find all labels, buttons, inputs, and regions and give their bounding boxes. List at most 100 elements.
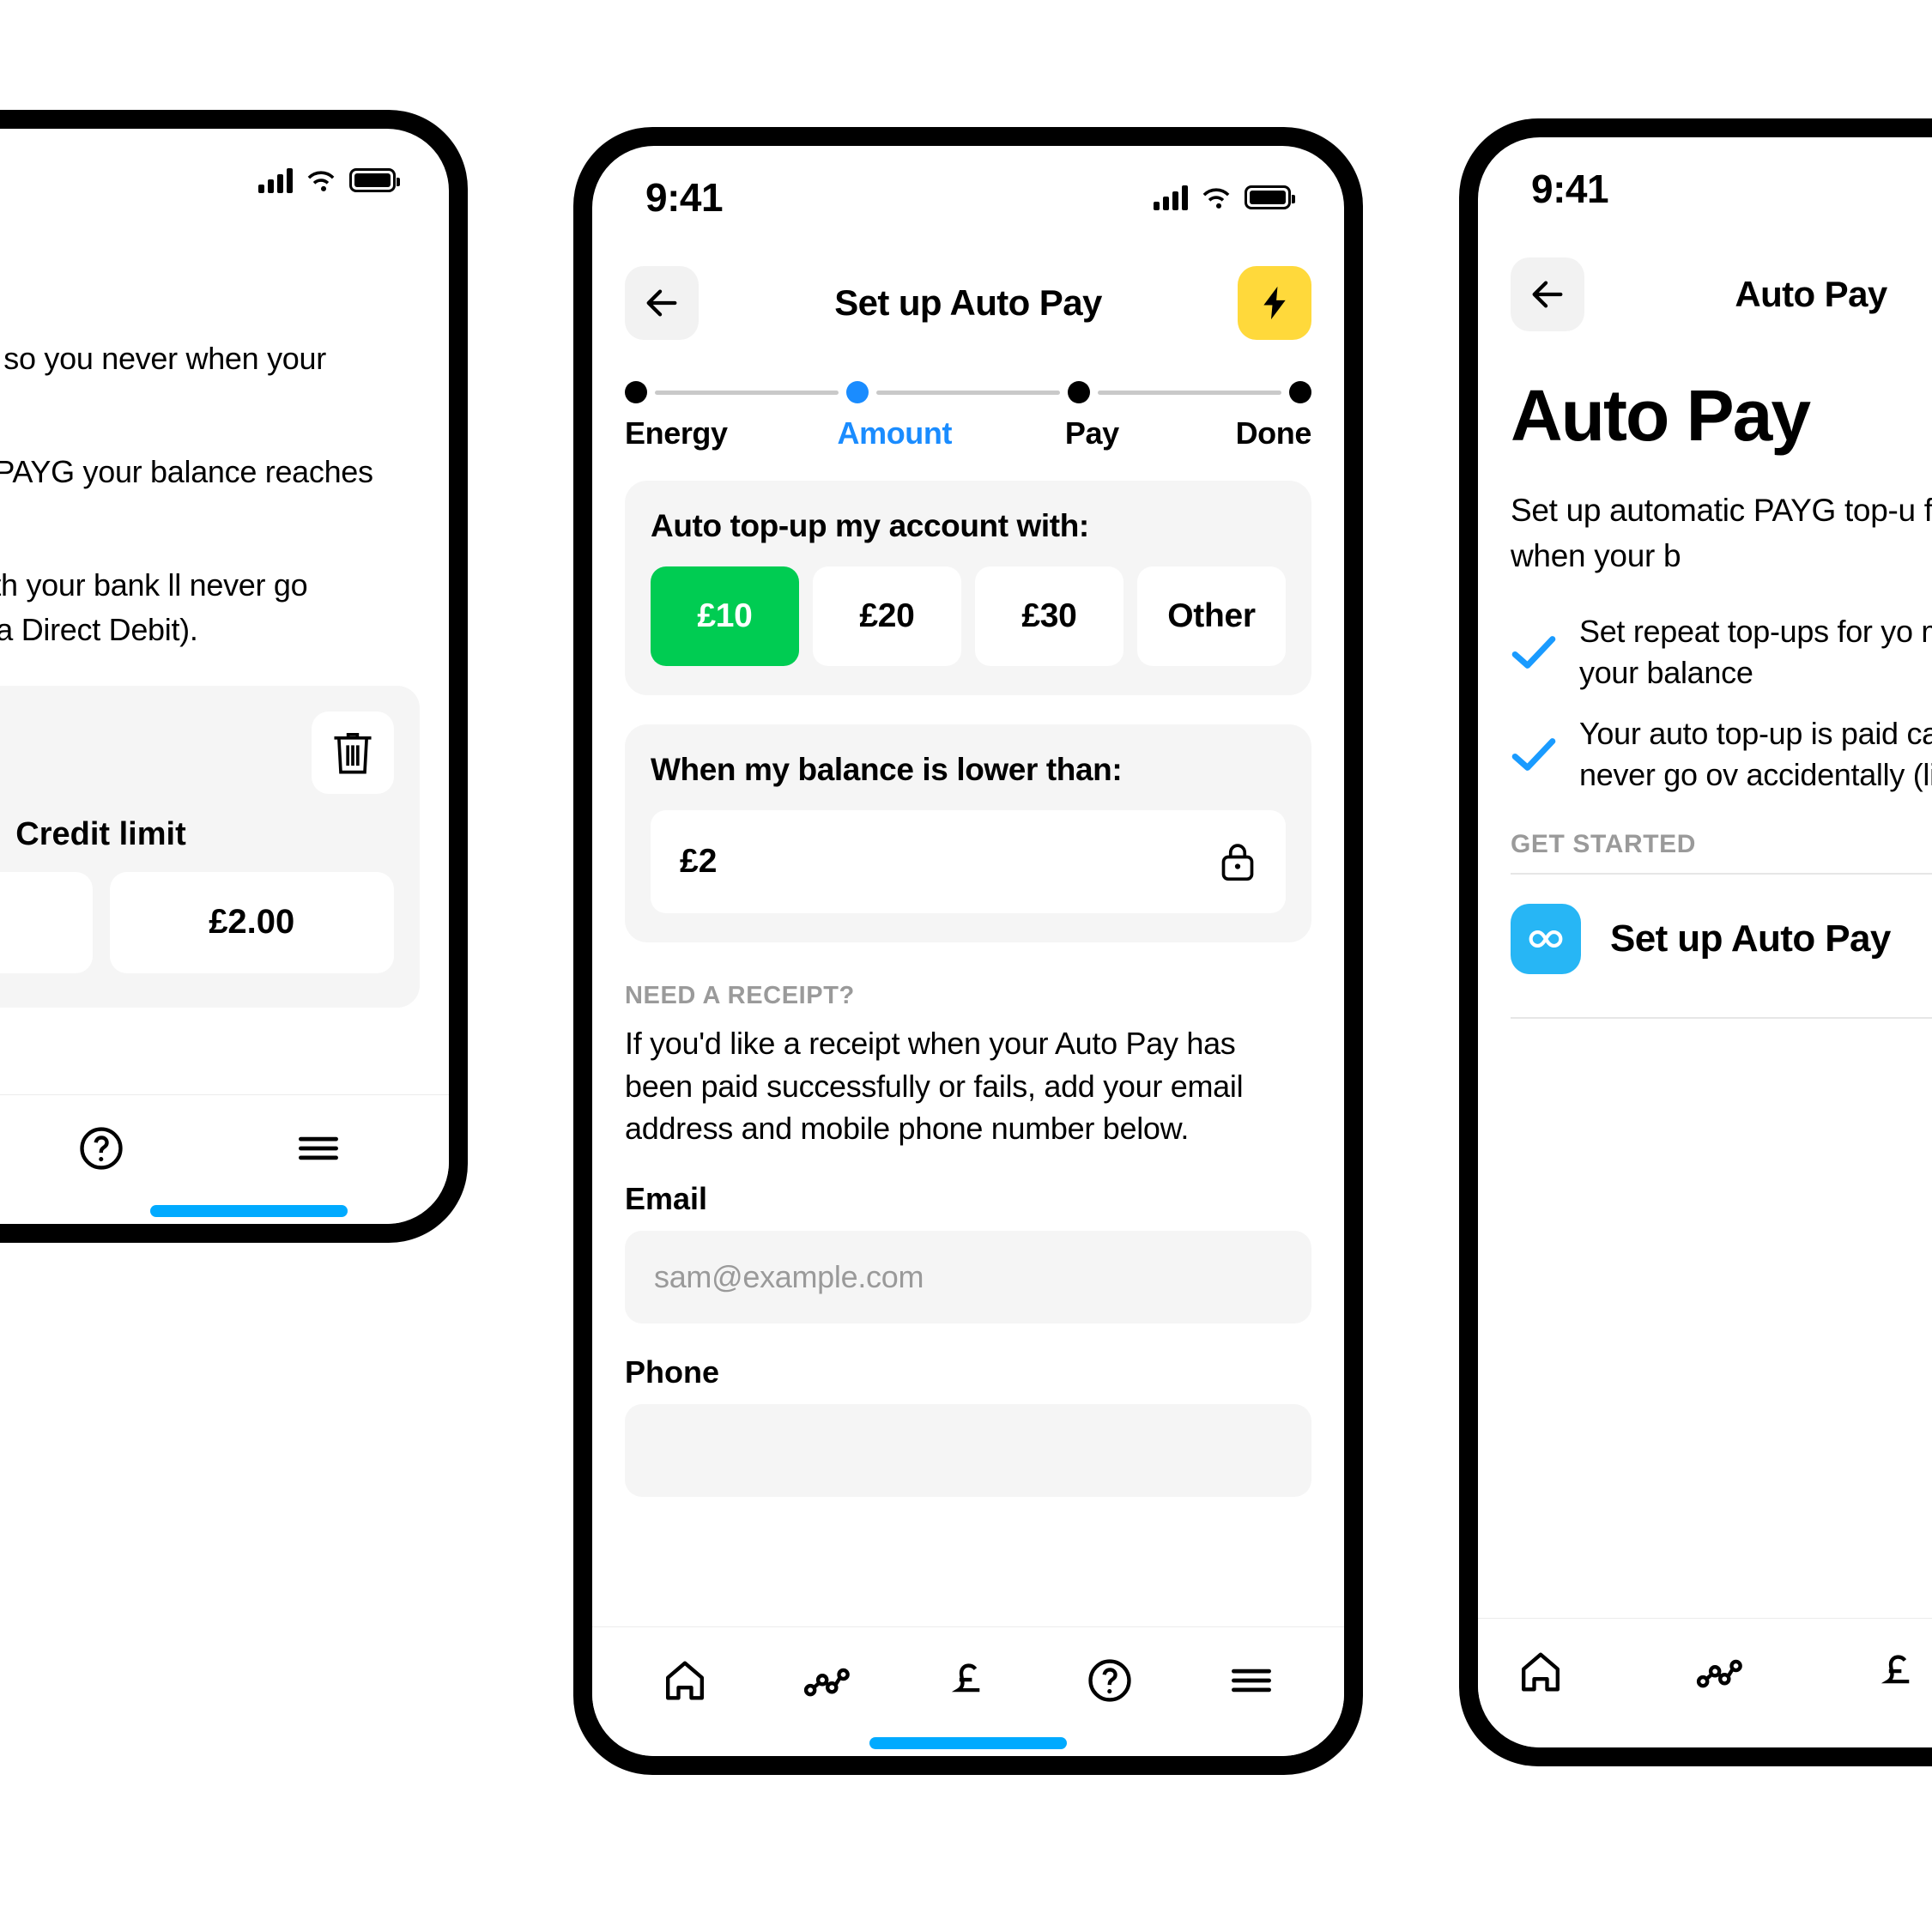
credit-limit-label: Credit limit [15, 815, 186, 852]
stepper-line [876, 390, 1060, 395]
phone-center: 9:41 Set up Auto Pay Energy Amount Pay D… [573, 127, 1363, 1775]
step-label-pay: Pay [1064, 415, 1119, 451]
usage-graph-icon [804, 1668, 851, 1697]
balance-threshold-card: When my balance is lower than: £2 [625, 724, 1311, 942]
amount-option-10[interactable]: £10 [651, 566, 799, 666]
home-icon [1522, 1652, 1560, 1692]
tab-payments[interactable] [1873, 1647, 1923, 1697]
check-icon-wrap [1511, 633, 1557, 671]
setup-auto-pay-row[interactable]: Set up Auto Pay [1511, 875, 1932, 1003]
stepper-line [655, 390, 839, 395]
hero-title: Auto Pay [1511, 375, 1811, 456]
topup-amount-card: Auto top-up my account with: £10 £20 £30… [625, 481, 1311, 695]
status-bar [0, 129, 449, 232]
credit-limit-value[interactable]: £2.00 [109, 871, 394, 973]
credit-limit-field-hidden[interactable] [0, 871, 93, 973]
email-label: Email [625, 1181, 708, 1217]
row-divider [1511, 1017, 1932, 1019]
boost-button[interactable] [1237, 266, 1311, 340]
home-indicator [869, 1737, 1067, 1749]
step-label-done: Done [1235, 415, 1312, 451]
check-icon [1511, 737, 1556, 771]
check-icon [1511, 636, 1556, 669]
status-bar: 9:41 [592, 146, 1344, 249]
balance-threshold-title: When my balance is lower than: [651, 752, 1123, 787]
list-item: Your auto top-up is paid card, so you'll… [1511, 713, 1932, 796]
tab-help[interactable] [76, 1123, 126, 1173]
check-icon-wrap [1511, 736, 1557, 773]
amount-option-30[interactable]: £30 [975, 566, 1123, 666]
auto-pay-tile [1511, 904, 1581, 974]
phone-left: Auto Pay c PAYG top-ups so you never whe… [0, 110, 468, 1243]
phone-right: 9:41 Auto Pay Auto Pay Set up automatic … [1459, 118, 1932, 1766]
phone-center-screen: 9:41 Set up Auto Pay Energy Amount Pay D… [592, 146, 1344, 1756]
status-indicators [258, 167, 400, 193]
trash-icon [334, 732, 372, 774]
status-time: 9:41 [1531, 167, 1609, 211]
status-bar: 9:41 [1478, 137, 1932, 240]
lightning-bolt-icon [1263, 286, 1286, 320]
tab-home[interactable] [660, 1656, 710, 1705]
progress-stepper: Energy Amount Pay Done [592, 352, 1344, 451]
tab-usage[interactable] [1694, 1647, 1744, 1697]
menu-icon [298, 1136, 338, 1160]
arrow-left-icon [1532, 281, 1563, 308]
get-started-label: GET STARTED [1511, 830, 1697, 858]
status-indicators [1154, 185, 1295, 210]
nav-bar: Auto Pay [1478, 240, 1932, 343]
menu-icon [1231, 1669, 1271, 1693]
tab-help[interactable] [1085, 1656, 1135, 1705]
paragraph-2: op-ups for your PAYG your balance reache… [0, 454, 373, 490]
balance-threshold-input[interactable]: £2 [651, 810, 1286, 913]
nav-bar: Set up Auto Pay [592, 249, 1344, 352]
receipt-body-text: If you'd like a receipt when your Auto P… [625, 1026, 1244, 1147]
step-dot-done[interactable] [1289, 381, 1311, 403]
status-time: 9:41 [645, 175, 724, 220]
lock-icon [1221, 844, 1254, 881]
step-dot-energy[interactable] [625, 381, 647, 403]
phone-input[interactable] [625, 1404, 1311, 1498]
tab-payments[interactable] [943, 1656, 993, 1705]
amount-option-other[interactable]: Other [1137, 566, 1286, 666]
help-circle-icon [1088, 1659, 1131, 1702]
step-label-amount: Amount [837, 415, 953, 451]
battery-icon [349, 168, 400, 192]
home-icon [666, 1661, 705, 1700]
home-indicator [150, 1205, 348, 1217]
wifi-icon [305, 167, 337, 193]
balance-threshold-value: £2 [680, 843, 718, 880]
delete-button[interactable] [312, 711, 394, 794]
list-item: Set repeat top-ups for yo meter when you… [1511, 611, 1932, 693]
topup-amount-title: Auto top-up my account with: [651, 508, 1089, 543]
stepper-line [1098, 390, 1281, 395]
setup-auto-pay-label: Set up Auto Pay [1610, 918, 1891, 960]
email-input[interactable]: sam@example.com [625, 1231, 1311, 1324]
receipt-section-label: NEED A RECEIPT? [625, 982, 855, 1009]
tab-menu[interactable] [1226, 1656, 1276, 1705]
battery-icon [1245, 185, 1295, 209]
tab-usage[interactable] [802, 1656, 851, 1705]
paragraph-3: op-up is paid with your bank ll never go… [0, 567, 308, 647]
credit-limit-card: Credit limit £2.00 [0, 685, 420, 1008]
page-title: Auto Pay [1735, 274, 1887, 314]
phone-left-screen: Auto Pay c PAYG top-ups so you never whe… [0, 129, 449, 1224]
help-circle-icon [79, 1127, 123, 1170]
back-button[interactable] [1511, 257, 1584, 331]
screenshot-stage: Auto Pay c PAYG top-ups so you never whe… [0, 0, 1932, 1932]
infinity-icon [1529, 930, 1563, 948]
phone-right-screen: 9:41 Auto Pay Auto Pay Set up automatic … [1478, 137, 1932, 1747]
tab-menu[interactable] [294, 1123, 343, 1173]
step-dot-amount[interactable] [846, 381, 869, 403]
page-title: Auto Pay [0, 232, 449, 285]
page-title: Set up Auto Pay [834, 282, 1102, 323]
stepper-labels: Energy Amount Pay Done [625, 415, 1311, 451]
phone-label: Phone [625, 1354, 720, 1390]
amount-option-20[interactable]: £20 [813, 566, 961, 666]
step-label-energy: Energy [625, 415, 728, 451]
phone-center-content: Auto top-up my account with: £10 £20 £30… [592, 481, 1344, 1498]
cellular-bars-icon [258, 167, 293, 193]
back-button[interactable] [625, 266, 699, 340]
step-dot-pay[interactable] [1068, 381, 1090, 403]
wifi-icon [1200, 185, 1232, 210]
tab-home[interactable] [1516, 1647, 1566, 1697]
